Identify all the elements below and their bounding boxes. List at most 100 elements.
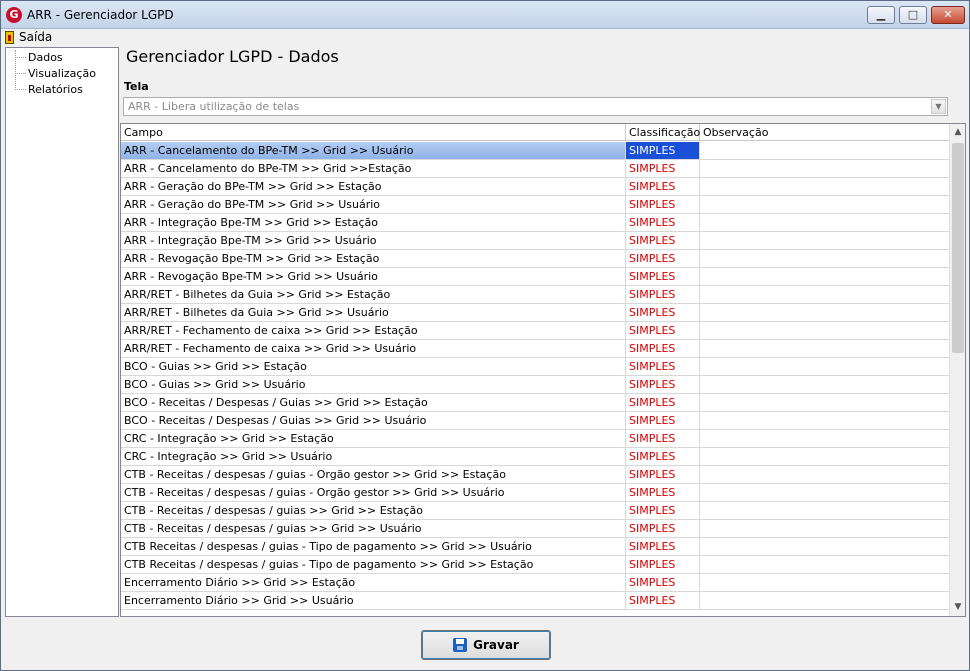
cell-campo[interactable]: ARR - Revogação Bpe-TM >> Grid >> Estaçã… xyxy=(121,250,626,267)
cell-classificacao[interactable]: SIMPLES xyxy=(626,574,700,591)
cell-campo[interactable]: ARR/RET - Bilhetes da Guia >> Grid >> Es… xyxy=(121,286,626,303)
cell-campo[interactable]: CTB - Receitas / despesas / guias >> Gri… xyxy=(121,520,626,537)
cell-classificacao[interactable]: SIMPLES xyxy=(626,394,700,411)
cell-observacao[interactable] xyxy=(700,448,949,465)
cell-classificacao[interactable]: SIMPLES xyxy=(626,322,700,339)
table-row[interactable]: ARR/RET - Bilhetes da Guia >> Grid >> Us… xyxy=(121,304,949,322)
cell-campo[interactable]: CTB - Receitas / despesas / guias - Orgã… xyxy=(121,484,626,501)
title-bar[interactable]: G ARR - Gerenciador LGPD ▁ □ ✕ xyxy=(1,1,969,29)
column-header-classificacao[interactable]: Classificação xyxy=(626,124,700,141)
cell-observacao[interactable] xyxy=(700,322,949,339)
cell-observacao[interactable] xyxy=(700,160,949,177)
cell-classificacao[interactable]: SIMPLES xyxy=(626,592,700,609)
save-button[interactable]: Gravar xyxy=(421,630,551,660)
cell-campo[interactable]: CTB Receitas / despesas / guias - Tipo d… xyxy=(121,538,626,555)
menu-item-exit[interactable]: Saída xyxy=(5,29,52,45)
cell-observacao[interactable] xyxy=(700,412,949,429)
cell-observacao[interactable] xyxy=(700,466,949,483)
cell-classificacao[interactable]: SIMPLES xyxy=(626,304,700,321)
cell-observacao[interactable] xyxy=(700,304,949,321)
table-row[interactable]: ARR - Cancelamento do BPe-TM >> Grid >> … xyxy=(121,142,949,160)
table-row[interactable]: ARR - Cancelamento do BPe-TM >> Grid >>E… xyxy=(121,160,949,178)
cell-observacao[interactable] xyxy=(700,232,949,249)
cell-campo[interactable]: Encerramento Diário >> Grid >> Estação xyxy=(121,574,626,591)
cell-campo[interactable]: ARR - Revogação Bpe-TM >> Grid >> Usuári… xyxy=(121,268,626,285)
table-row[interactable]: CTB Receitas / despesas / guias - Tipo d… xyxy=(121,556,949,574)
cell-observacao[interactable] xyxy=(700,178,949,195)
table-row[interactable]: CTB - Receitas / despesas / guias - Orgã… xyxy=(121,466,949,484)
cell-campo[interactable]: BCO - Guias >> Grid >> Usuário xyxy=(121,376,626,393)
cell-classificacao[interactable]: SIMPLES xyxy=(626,430,700,447)
table-row[interactable]: ARR - Integração Bpe-TM >> Grid >> Usuár… xyxy=(121,232,949,250)
cell-campo[interactable]: ARR/RET - Fechamento de caixa >> Grid >>… xyxy=(121,322,626,339)
cell-classificacao[interactable]: SIMPLES xyxy=(626,502,700,519)
table-row[interactable]: CTB - Receitas / despesas / guias >> Gri… xyxy=(121,520,949,538)
cell-observacao[interactable] xyxy=(700,484,949,501)
cell-campo[interactable]: CTB - Receitas / despesas / guias >> Gri… xyxy=(121,502,626,519)
chevron-down-icon[interactable]: ▼ xyxy=(931,99,946,114)
cell-observacao[interactable] xyxy=(700,538,949,555)
cell-observacao[interactable] xyxy=(700,214,949,231)
cell-classificacao[interactable]: SIMPLES xyxy=(626,250,700,267)
cell-observacao[interactable] xyxy=(700,520,949,537)
table-row[interactable]: ARR/RET - Fechamento de caixa >> Grid >>… xyxy=(121,322,949,340)
tree-item-dados[interactable]: Dados xyxy=(28,51,63,64)
maximize-button[interactable]: □ xyxy=(899,6,927,24)
cell-classificacao[interactable]: SIMPLES xyxy=(626,520,700,537)
cell-campo[interactable]: ARR/RET - Bilhetes da Guia >> Grid >> Us… xyxy=(121,304,626,321)
cell-classificacao[interactable]: SIMPLES xyxy=(626,268,700,285)
cell-observacao[interactable] xyxy=(700,430,949,447)
table-row[interactable]: BCO - Receitas / Despesas / Guias >> Gri… xyxy=(121,412,949,430)
cell-classificacao[interactable]: SIMPLES xyxy=(626,232,700,249)
cell-campo[interactable]: ARR - Geração do BPe-TM >> Grid >> Usuár… xyxy=(121,196,626,213)
cell-classificacao[interactable]: SIMPLES xyxy=(626,178,700,195)
cell-campo[interactable]: ARR - Integração Bpe-TM >> Grid >> Usuár… xyxy=(121,232,626,249)
table-row[interactable]: CRC - Integração >> Grid >> Estação SIMPL… xyxy=(121,430,949,448)
cell-classificacao[interactable]: SIMPLES xyxy=(626,556,700,573)
scroll-thumb[interactable] xyxy=(952,143,964,353)
cell-classificacao[interactable]: SIMPLES xyxy=(626,196,700,213)
cell-observacao[interactable] xyxy=(700,592,949,609)
table-row[interactable]: Encerramento Diário >> Grid >> Usuário SI… xyxy=(121,592,949,610)
cell-classificacao[interactable]: SIMPLES xyxy=(626,358,700,375)
cell-campo[interactable]: Encerramento Diário >> Grid >> Usuário xyxy=(121,592,626,609)
close-button[interactable]: ✕ xyxy=(931,6,965,24)
table-row[interactable]: ARR - Revogação Bpe-TM >> Grid >> Usuári… xyxy=(121,268,949,286)
table-row[interactable]: CTB Receitas / despesas / guias - Tipo d… xyxy=(121,538,949,556)
cell-observacao[interactable] xyxy=(700,340,949,357)
cell-classificacao[interactable]: SIMPLES xyxy=(626,214,700,231)
cell-classificacao[interactable]: SIMPLES xyxy=(626,412,700,429)
cell-campo[interactable]: CRC - Integração >> Grid >> Estação xyxy=(121,430,626,447)
table-row[interactable]: CTB - Receitas / despesas / guias >> Gri… xyxy=(121,502,949,520)
cell-campo[interactable]: ARR - Cancelamento do BPe-TM >> Grid >> … xyxy=(121,142,626,159)
cell-observacao[interactable] xyxy=(700,142,949,159)
table-row[interactable]: CRC - Integração >> Grid >> Usuário SIMPL… xyxy=(121,448,949,466)
cell-classificacao[interactable]: SIMPLES xyxy=(626,142,700,159)
minimize-button[interactable]: ▁ xyxy=(867,6,895,24)
cell-observacao[interactable] xyxy=(700,196,949,213)
cell-observacao[interactable] xyxy=(700,250,949,267)
cell-campo[interactable]: ARR - Integração Bpe-TM >> Grid >> Estaç… xyxy=(121,214,626,231)
table-row[interactable]: BCO - Guias >> Grid >> Usuário SIMPLES xyxy=(121,376,949,394)
vertical-scrollbar[interactable]: ▲ ▼ xyxy=(949,124,965,616)
cell-classificacao[interactable]: SIMPLES xyxy=(626,160,700,177)
cell-observacao[interactable] xyxy=(700,556,949,573)
cell-campo[interactable]: ARR - Cancelamento do BPe-TM >> Grid >>E… xyxy=(121,160,626,177)
table-row[interactable]: BCO - Guias >> Grid >> Estação SIMPLES xyxy=(121,358,949,376)
cell-classificacao[interactable]: SIMPLES xyxy=(626,538,700,555)
table-row[interactable]: Encerramento Diário >> Grid >> Estação SI… xyxy=(121,574,949,592)
cell-classificacao[interactable]: SIMPLES xyxy=(626,466,700,483)
cell-campo[interactable]: BCO - Receitas / Despesas / Guias >> Gri… xyxy=(121,412,626,429)
table-row[interactable]: CTB - Receitas / despesas / guias - Orgã… xyxy=(121,484,949,502)
cell-observacao[interactable] xyxy=(700,574,949,591)
cell-observacao[interactable] xyxy=(700,286,949,303)
cell-observacao[interactable] xyxy=(700,376,949,393)
tela-select[interactable]: ARR - Libera utilização de telas ▼ xyxy=(123,97,948,116)
table-row[interactable]: ARR/RET - Bilhetes da Guia >> Grid >> Es… xyxy=(121,286,949,304)
cell-observacao[interactable] xyxy=(700,268,949,285)
cell-campo[interactable]: BCO - Receitas / Despesas / Guias >> Gri… xyxy=(121,394,626,411)
table-row[interactable]: ARR/RET - Fechamento de caixa >> Grid >>… xyxy=(121,340,949,358)
cell-campo[interactable]: CTB Receitas / despesas / guias - Tipo d… xyxy=(121,556,626,573)
cell-campo[interactable]: CRC - Integração >> Grid >> Usuário xyxy=(121,448,626,465)
table-row[interactable]: ARR - Geração do BPe-TM >> Grid >> Usuár… xyxy=(121,196,949,214)
